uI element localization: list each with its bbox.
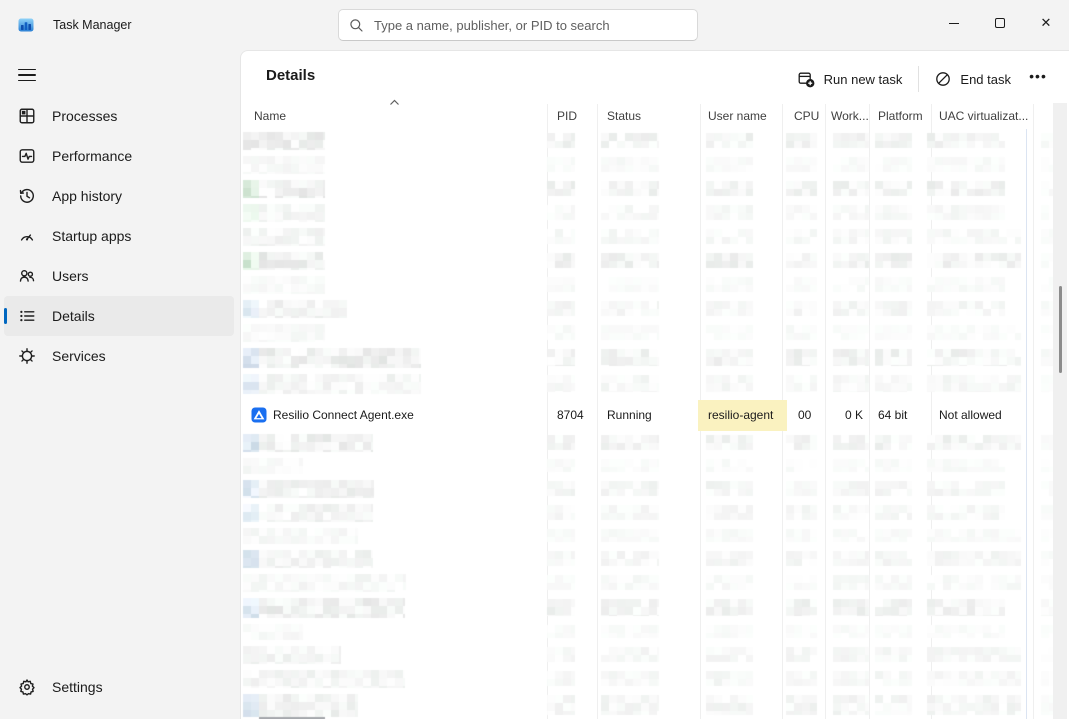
sidebar-item-label: Services (52, 348, 106, 364)
search-box[interactable] (338, 9, 698, 41)
gear-icon (17, 677, 37, 697)
startup-apps-icon (17, 226, 37, 246)
sidebar: Processes Performance App history Startu… (0, 50, 240, 719)
more-options-button[interactable]: ••• (1021, 63, 1055, 95)
details-panel: Details Run new task End task (240, 50, 1069, 719)
cell-cpu: 00 (798, 400, 811, 431)
sidebar-item-label: App history (52, 188, 122, 204)
run-new-task-icon (798, 71, 815, 88)
cell-uac: Not allowed (939, 400, 1002, 431)
sidebar-item-processes[interactable]: Processes (4, 96, 234, 136)
sidebar-settings: Settings (4, 667, 234, 707)
sidebar-item-label: Performance (52, 148, 132, 164)
table-header-row: Name PID Status User name CPU Work... Platform… (241, 104, 1069, 129)
search-icon (349, 18, 364, 33)
task-manager-window: Task Manager ✕ Processes Performance (0, 0, 1069, 719)
column-header-status[interactable]: Status (607, 104, 641, 129)
hamburger-icon (18, 69, 36, 71)
cell-name: Resilio Connect Agent.exe (273, 400, 414, 431)
column-header-name[interactable]: Name (254, 104, 286, 129)
sidebar-item-settings[interactable]: Settings (4, 667, 234, 707)
sidebar-item-label: Details (52, 308, 95, 324)
run-new-task-button[interactable]: Run new task (788, 63, 913, 95)
cell-user-name-highlighted: resilio-agent (698, 400, 787, 431)
scrollbar-thumb[interactable] (1059, 286, 1062, 373)
end-task-icon (935, 71, 951, 87)
process-row-resilio[interactable]: Resilio Connect Agent.exe 8704 Running r… (241, 400, 1069, 431)
end-task-label: End task (960, 72, 1011, 87)
run-new-task-label: Run new task (824, 72, 903, 87)
sidebar-item-performance[interactable]: Performance (4, 136, 234, 176)
app-icon (18, 17, 34, 33)
column-header-cpu[interactable]: CPU (794, 104, 819, 129)
details-icon (17, 306, 37, 326)
services-icon (17, 346, 37, 366)
cell-platform: 64 bit (878, 400, 907, 431)
processes-icon (17, 106, 37, 126)
sidebar-item-app-history[interactable]: App history (4, 176, 234, 216)
maximize-icon (995, 18, 1005, 28)
search-input[interactable] (374, 18, 687, 33)
close-icon: ✕ (1041, 15, 1052, 31)
titlebar: Task Manager ✕ (0, 0, 1069, 50)
column-header-user[interactable]: User name (708, 104, 767, 129)
hamburger-menu-button[interactable] (8, 58, 46, 92)
sidebar-item-details[interactable]: Details (4, 296, 234, 336)
sidebar-nav: Processes Performance App history Startu… (4, 96, 234, 376)
sidebar-item-startup-apps[interactable]: Startup apps (4, 216, 234, 256)
cell-working-set: 0 K (825, 400, 863, 431)
window-controls: ✕ (931, 0, 1069, 46)
performance-icon (17, 146, 37, 166)
sidebar-item-label: Users (52, 268, 89, 284)
end-task-button[interactable]: End task (925, 63, 1021, 95)
more-icon: ••• (1029, 68, 1047, 84)
column-header-uac[interactable]: UAC virtualizat... (939, 104, 1028, 129)
toolbar: Run new task End task ••• (788, 63, 1055, 95)
sort-asc-icon (389, 99, 400, 106)
settings-label: Settings (52, 679, 103, 695)
maximize-button[interactable] (977, 0, 1023, 46)
sidebar-item-label: Processes (52, 108, 117, 124)
cell-status: Running (607, 400, 652, 431)
column-header-memory[interactable]: Work... (831, 104, 869, 129)
sidebar-item-services[interactable]: Services (4, 336, 234, 376)
minimize-icon (949, 23, 959, 24)
sidebar-item-users[interactable]: Users (4, 256, 234, 296)
column-header-platform[interactable]: Platform (878, 104, 923, 129)
app-history-icon (17, 186, 37, 206)
vertical-scrollbar[interactable] (1053, 103, 1067, 719)
users-icon (17, 266, 37, 286)
page-title: Details (266, 67, 315, 84)
window-title: Task Manager (53, 0, 132, 50)
column-header-pid[interactable]: PID (557, 104, 577, 129)
minimize-button[interactable] (931, 0, 977, 46)
close-button[interactable]: ✕ (1023, 0, 1069, 46)
cell-pid: 8704 (557, 400, 584, 431)
toolbar-divider (918, 66, 919, 92)
resilio-icon (251, 407, 267, 423)
sidebar-item-label: Startup apps (52, 228, 131, 244)
